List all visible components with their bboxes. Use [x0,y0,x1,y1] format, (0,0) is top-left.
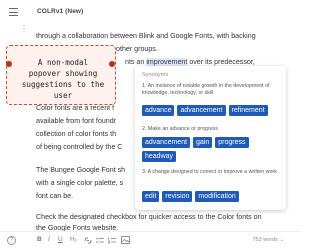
help-icon[interactable]: ? [7,236,16,245]
selected-word[interactable]: improvement [146,58,188,66]
synonym-row: advancement gain progress [142,137,249,148]
sense-definition: 1. An instance of notable growth in the … [142,83,270,96]
synonym-chip[interactable]: refinement [228,105,268,116]
synonym-chip[interactable]: edit [142,191,160,202]
pin-icon [6,61,12,67]
link-icon[interactable] [84,237,92,244]
synonym-chip[interactable]: modification [195,191,239,202]
image-icon[interactable] [121,236,130,244]
body-text-line: available from font foundr [36,117,117,125]
italic-button[interactable]: I [48,236,50,243]
body-text-line: through a collaboration between Blink an… [36,32,256,40]
synonym-chip[interactable]: advance [142,105,175,116]
body-text-line: of being controlled by the C [36,143,123,151]
body-text-line: font can be. [36,192,74,200]
word-count: 753 words ⌄ [252,237,284,243]
editor-header: COLRv1 (New) [0,0,300,26]
synonym-chip[interactable]: advancement [177,105,226,116]
underline-button[interactable]: U [58,236,63,243]
drag-handle-icon[interactable]: ⋮ [20,25,28,33]
callout-text: A non-modal popover showing suggestions … [21,58,105,100]
synonym-chip[interactable]: gain [193,137,213,148]
synonym-chip[interactable]: revision [162,191,193,202]
synonyms-popover: Synonyms 1. An instance of notable growt… [135,66,286,210]
sense-definition: 3. A change designed to correct or impro… [142,169,277,175]
annotation-callout: A non-modal popover showing suggestions … [6,45,116,105]
synonym-chip[interactable]: advancement [142,137,191,148]
synonym-row: headway [142,151,177,162]
formatting-toolbar: ? B I U H₁ 753 words ⌄ [0,231,300,250]
body-text-line: Color fonts are a recent f [36,104,115,112]
body-text-line: with a single color palette, s [36,179,124,187]
synonym-row: edit revision modification [142,191,239,202]
document-title: COLRv1 (New) [37,8,84,15]
pin-icon [109,61,115,67]
body-text-line: collection of color fonts th [36,130,117,138]
body-text-line: The Bungee Google Font sh [36,166,126,174]
menu-icon[interactable] [9,8,18,16]
popover-heading: Synonyms [142,72,169,78]
bold-button[interactable]: B [37,236,42,243]
body-text-line: nts an improvement over its predecessor, [125,58,255,66]
synonym-chip[interactable]: progress [215,137,249,148]
synonym-row: advance advancement refinement [142,105,268,116]
bullet-list-icon[interactable] [96,237,104,244]
numbered-list-icon[interactable] [108,237,116,244]
body-text-line: Check the designated checkbox for quicke… [36,213,262,221]
sense-definition: 2. Make an advance or progress [142,126,218,132]
heading-button[interactable]: H₁ [70,236,77,243]
synonym-chip[interactable]: headway [142,151,177,162]
